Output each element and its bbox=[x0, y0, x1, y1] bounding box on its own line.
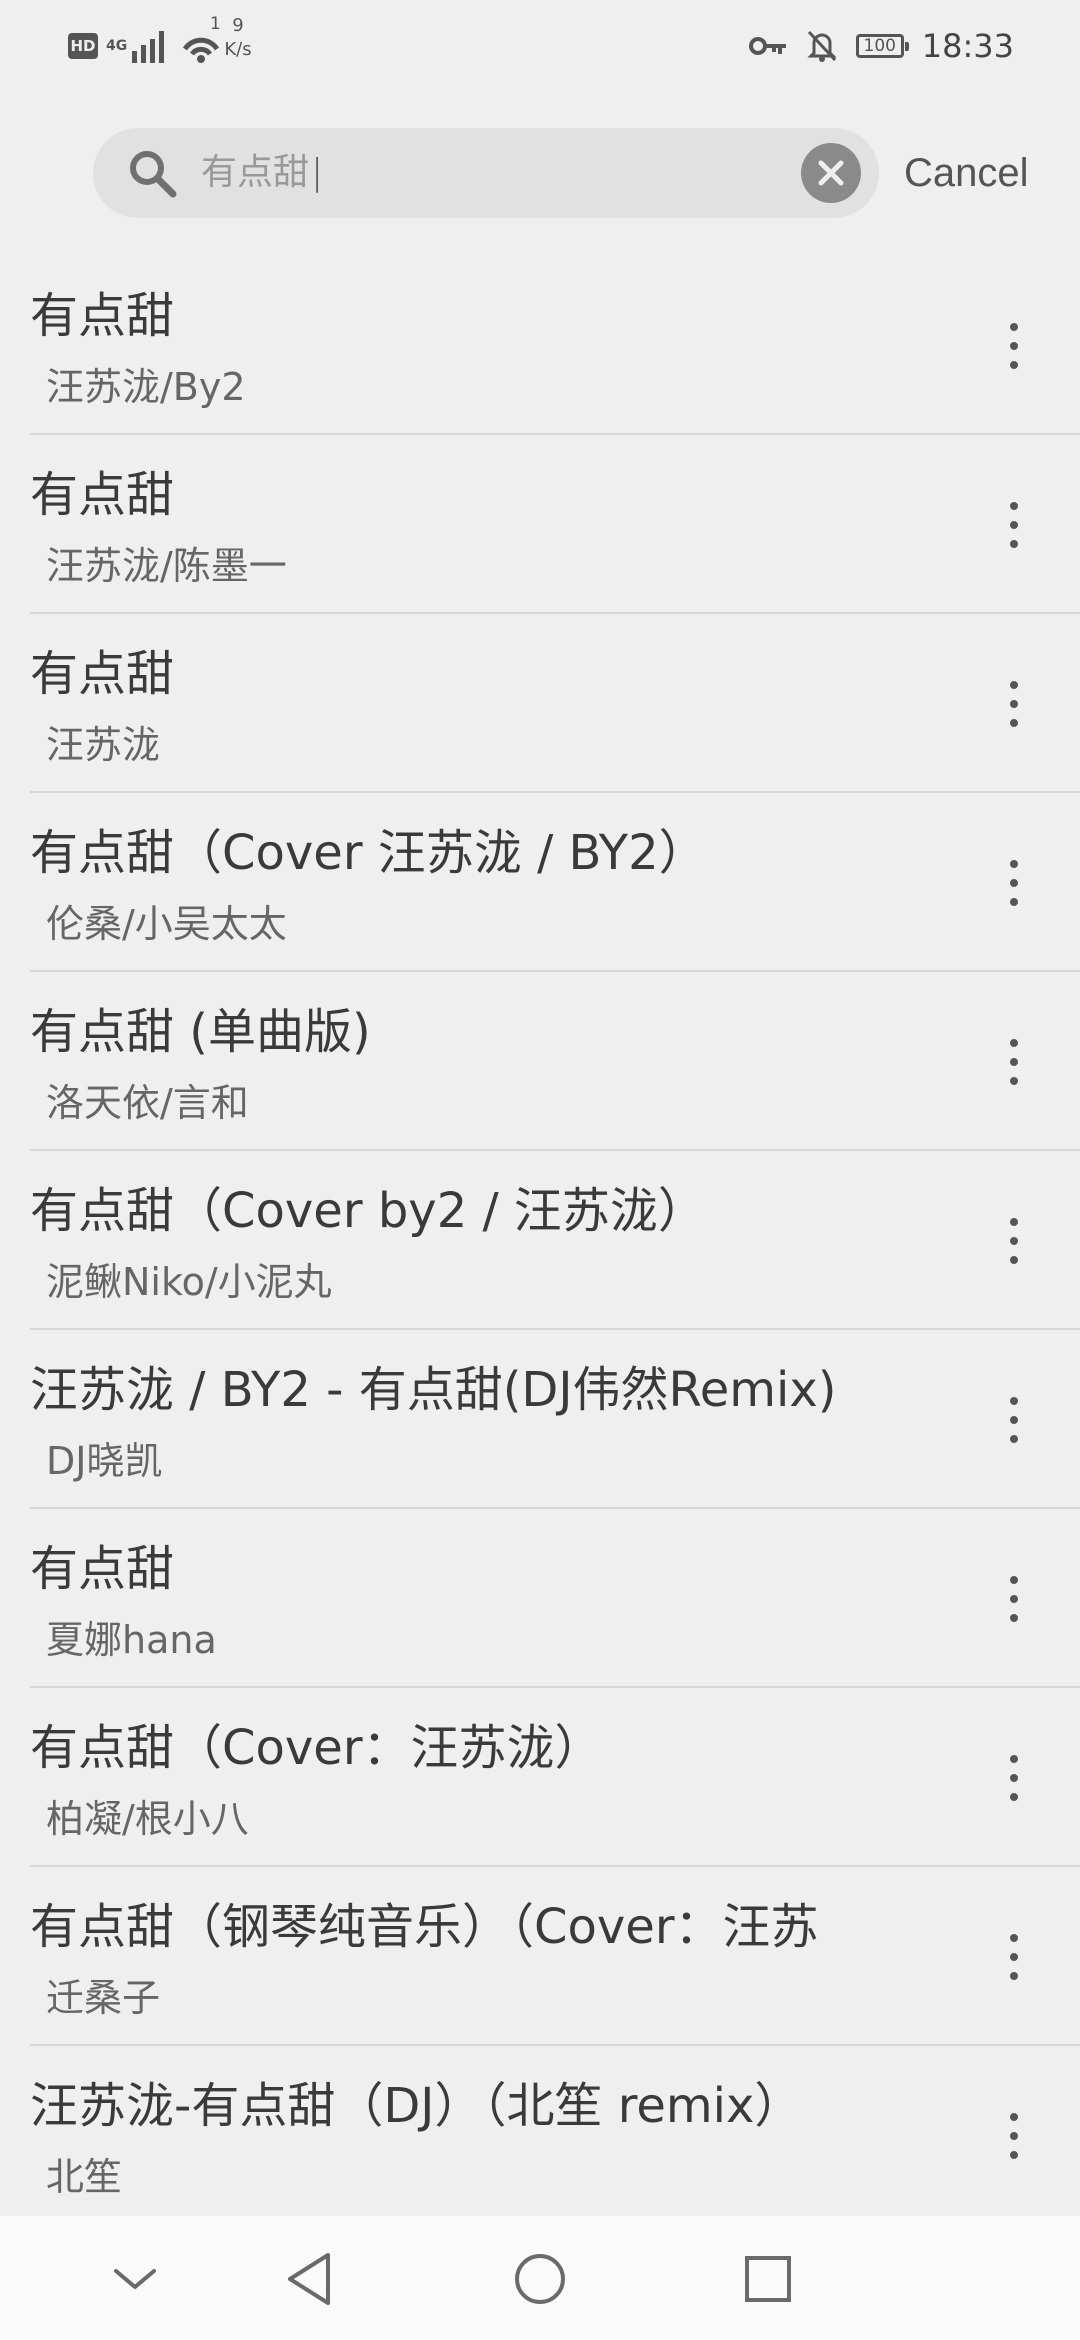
list-item[interactable]: 有点甜（Cover：汪苏泷） 柏凝/根小八 bbox=[30, 1688, 1080, 1867]
more-options-button[interactable] bbox=[984, 1191, 1044, 1291]
song-artist: 泥鳅Niko/小泥丸 bbox=[46, 1260, 332, 1304]
list-item[interactable]: 有点甜 夏娜hana bbox=[30, 1509, 1080, 1688]
song-artist: 柏凝/根小八 bbox=[46, 1797, 249, 1841]
song-title: 有点甜 bbox=[30, 1541, 175, 1597]
song-title: 有点甜 bbox=[30, 646, 175, 702]
more-options-button[interactable] bbox=[984, 1370, 1044, 1470]
song-artist: 夏娜hana bbox=[46, 1618, 217, 1662]
song-artist: 汪苏泷/陈墨一 bbox=[46, 544, 287, 588]
song-artist: 汪苏泷 bbox=[46, 723, 161, 767]
song-artist: 北笙 bbox=[46, 2155, 123, 2199]
song-artist: DJ晓凯 bbox=[46, 1439, 163, 1483]
back-icon bbox=[288, 2253, 330, 2305]
song-title: 有点甜（钢琴纯音乐）（Cover：汪苏 bbox=[30, 1899, 819, 1955]
list-item[interactable]: 有点甜 汪苏泷/陈墨一 bbox=[30, 435, 1080, 614]
net-speed-value: 9 bbox=[232, 15, 244, 36]
more-options-button[interactable] bbox=[984, 296, 1044, 396]
song-title: 有点甜 bbox=[30, 467, 175, 523]
battery-level: 100 bbox=[863, 36, 896, 56]
search-results-list: 有点甜 汪苏泷/By2 有点甜 汪苏泷/陈墨一 有点甜 汪苏泷 有点甜（Cove… bbox=[0, 256, 1080, 2216]
song-title: 有点甜 (单曲版) bbox=[30, 1004, 371, 1060]
battery-icon: 100 bbox=[855, 34, 909, 58]
navigation-bar bbox=[0, 2216, 1080, 2340]
song-title: 有点甜（Cover：汪苏泷） bbox=[30, 1720, 603, 1776]
search-icon bbox=[130, 151, 177, 198]
list-item[interactable]: 汪苏泷 / BY2 - 有点甜(DJ伟然Remix) DJ晓凯 bbox=[30, 1330, 1080, 1509]
song-title: 汪苏泷-有点甜（DJ）（北笙 remix） bbox=[30, 2078, 803, 2134]
recents-button[interactable] bbox=[733, 2244, 803, 2314]
song-artist: 洛天依/言和 bbox=[46, 1081, 249, 1125]
list-item[interactable]: 有点甜 汪苏泷 bbox=[30, 614, 1080, 793]
song-artist: 伦桑/小吴太太 bbox=[46, 902, 287, 946]
more-options-button[interactable] bbox=[984, 833, 1044, 933]
search-box[interactable]: 有点甜 bbox=[93, 128, 879, 218]
list-item[interactable]: 有点甜 (单曲版) 洛天依/言和 bbox=[30, 972, 1080, 1151]
chevron-down-icon bbox=[114, 2269, 156, 2289]
list-item[interactable]: 有点甜（Cover by2 / 汪苏泷） 泥鳅Niko/小泥丸 bbox=[30, 1151, 1080, 1330]
close-icon bbox=[818, 160, 844, 186]
home-button[interactable] bbox=[505, 2244, 575, 2314]
cell-signal-icon bbox=[132, 29, 164, 63]
cancel-button[interactable]: Cancel bbox=[904, 142, 1029, 204]
status-time: 18:33 bbox=[921, 27, 1014, 65]
search-row: 有点甜 Cancel bbox=[0, 92, 1080, 258]
more-options-button[interactable] bbox=[984, 654, 1044, 754]
more-options-button[interactable] bbox=[984, 1012, 1044, 1112]
status-bar: HD 4G 1 9 K/s 100 18:33 bbox=[0, 0, 1080, 92]
more-options-button[interactable] bbox=[984, 1549, 1044, 1649]
clear-search-button[interactable] bbox=[801, 143, 861, 203]
list-item[interactable]: 有点甜（Cover 汪苏泷 / BY2） 伦桑/小吴太太 bbox=[30, 793, 1080, 972]
home-icon bbox=[515, 2254, 565, 2304]
status-bar-left: HD 4G bbox=[68, 20, 220, 72]
more-options-button[interactable] bbox=[984, 1728, 1044, 1828]
recents-icon bbox=[745, 2256, 791, 2302]
more-options-button[interactable] bbox=[984, 475, 1044, 575]
hd-badge: HD bbox=[68, 33, 98, 59]
network-type-label: 4G bbox=[106, 37, 128, 54]
song-title: 有点甜（Cover by2 / 汪苏泷） bbox=[30, 1183, 706, 1239]
net-speed: 9 K/s bbox=[208, 14, 268, 62]
song-title: 有点甜 bbox=[30, 288, 175, 344]
status-bar-right: 100 18:33 bbox=[748, 20, 1014, 72]
net-speed-unit: K/s bbox=[224, 39, 252, 60]
key-icon bbox=[748, 37, 786, 55]
bell-off-icon bbox=[807, 30, 837, 62]
search-input[interactable]: 有点甜 bbox=[201, 146, 781, 200]
list-item[interactable]: 汪苏泷-有点甜（DJ）（北笙 remix） 北笙 bbox=[30, 2046, 1080, 2216]
back-button[interactable] bbox=[274, 2244, 344, 2314]
more-options-button[interactable] bbox=[984, 2086, 1044, 2186]
song-title: 有点甜（Cover 汪苏泷 / BY2） bbox=[30, 825, 707, 881]
song-artist: 汪苏泷/By2 bbox=[46, 365, 246, 409]
list-item[interactable]: 有点甜 汪苏泷/By2 bbox=[30, 256, 1080, 435]
song-artist: 迁桑子 bbox=[46, 1976, 161, 2020]
hide-nav-button[interactable] bbox=[100, 2244, 170, 2314]
list-item[interactable]: 有点甜（钢琴纯音乐）（Cover：汪苏 迁桑子 bbox=[30, 1867, 1080, 2046]
song-title: 汪苏泷 / BY2 - 有点甜(DJ伟然Remix) bbox=[30, 1362, 837, 1418]
more-options-button[interactable] bbox=[984, 1907, 1044, 2007]
